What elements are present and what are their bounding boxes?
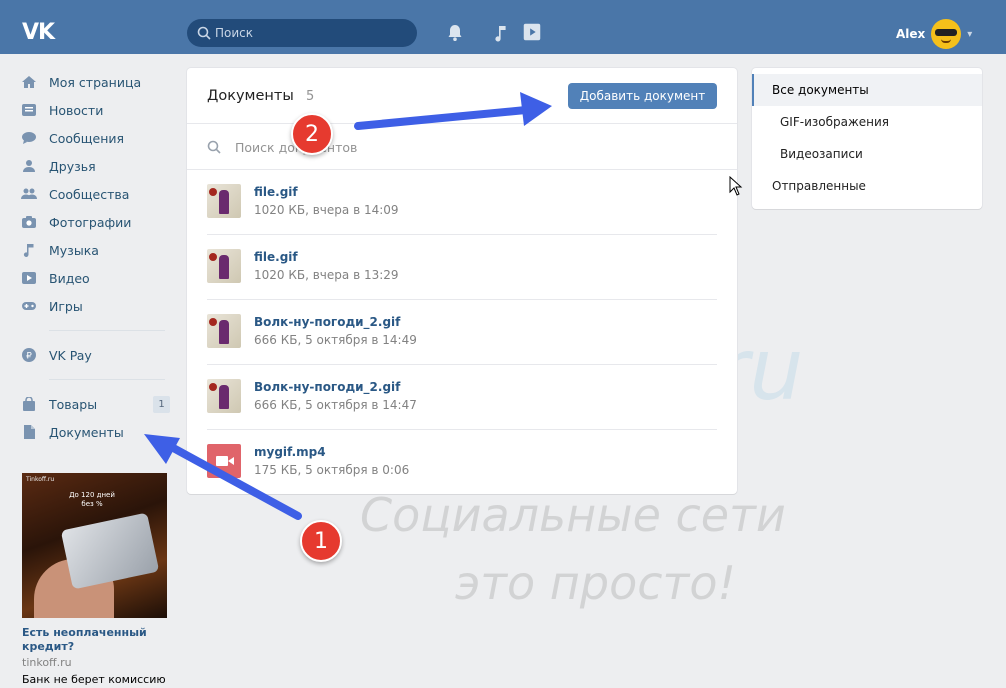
documents-filters: Все документы GIF-изображения Видеозапис… [752,68,982,209]
sidebar-item-news[interactable]: Новости [20,96,170,124]
document-row[interactable]: Волк-ну-погоди_2.gif 666 КБ, 5 октября в… [207,365,717,430]
bell-icon[interactable] [444,22,466,44]
document-meta: 1020 КБ, вчера в 13:29 [254,268,399,282]
ad-text: Банк не берет комиссию [22,673,166,686]
sidebar-item-my-page[interactable]: Моя страница [20,68,170,96]
document-name[interactable]: Волк-ну-погоди_2.gif [254,315,400,329]
documents-list: file.gif 1020 КБ, вчера в 14:09 file.gif… [187,170,737,495]
documents-search [187,124,737,170]
ad-title[interactable]: Есть неоплаченный кредит? [22,626,168,654]
sidebar-item-label: Игры [49,298,83,314]
page-title: Документы [207,88,294,104]
ad-promo: До 120 дней без % [69,491,115,508]
top-header: VK Alex ▾ [0,0,1006,54]
sidebar-item-goods[interactable]: Товары 1 [20,390,170,418]
camera-icon [20,214,38,230]
documents-header: Документы 5 Добавить документ [187,68,737,124]
sidebar-item-communities[interactable]: Сообщества [20,180,170,208]
advertisement[interactable]: Tinkoff.ru До 120 дней без % Есть неопла… [22,473,168,686]
goods-badge: 1 [153,396,170,413]
video-camera-icon[interactable] [207,444,241,478]
messages-icon [20,130,38,146]
sidebar-item-label: Сообщения [49,130,125,146]
sidebar-item-label: Музыка [49,242,99,258]
bag-icon [20,396,38,412]
credit-card-image [60,512,160,590]
document-row[interactable]: mygif.mp4 175 КБ, 5 октября в 0:06 [207,430,717,495]
gif-thumbnail[interactable] [207,379,241,413]
header-search[interactable] [187,19,417,47]
home-icon [20,74,38,90]
play-icon[interactable] [521,21,543,43]
document-name[interactable]: mygif.mp4 [254,445,326,459]
sidebar-item-friends[interactable]: Друзья [20,152,170,180]
mouse-cursor-icon [729,176,743,196]
document-meta: 1020 КБ, вчера в 14:09 [254,203,399,217]
user-menu[interactable]: Alex ▾ [896,18,972,50]
document-name[interactable]: Волк-ну-погоди_2.gif [254,380,400,394]
gamepad-icon [20,298,38,314]
sidebar-item-documents[interactable]: Документы [20,418,170,446]
sidebar-item-music[interactable]: Музыка [20,236,170,264]
watermark-line3: это просто! [455,556,736,610]
filter-sent[interactable]: Отправленные [752,170,982,202]
music-icon [20,242,38,258]
sidebar-item-label: Фотографии [49,214,132,230]
avatar [931,19,962,49]
friends-icon [20,158,38,174]
music-note-icon[interactable] [490,22,512,44]
sidebar-item-messages[interactable]: Сообщения [20,124,170,152]
sidebar-item-video[interactable]: Видео [20,264,170,292]
user-name: Alex [896,27,926,41]
filter-all-documents[interactable]: Все документы [752,74,982,106]
ad-domain[interactable]: tinkoff.ru [22,656,168,669]
sidebar-divider [49,330,165,331]
vk-logo[interactable]: VK [22,20,55,45]
sidebar-item-photos[interactable]: Фотографии [20,208,170,236]
ad-image[interactable]: Tinkoff.ru До 120 дней без % [22,473,167,618]
document-name[interactable]: file.gif [254,250,298,264]
marker-2: 2 [291,113,333,155]
watermark-line2: Социальные сети [360,488,786,542]
documents-count: 5 [306,89,315,104]
gif-thumbnail[interactable] [207,184,241,218]
document-icon [20,424,38,440]
left-sidebar: Моя страница Новости Сообщения Друзья Со… [20,68,170,446]
marker-1: 1 [300,520,342,562]
add-document-button[interactable]: Добавить документ [568,83,717,109]
sidebar-item-label: Документы [49,424,124,440]
communities-icon [20,186,38,202]
search-icon [197,26,211,40]
chevron-down-icon: ▾ [967,28,973,40]
svg-text:₽: ₽ [26,352,32,362]
document-row[interactable]: file.gif 1020 КБ, вчера в 13:29 [207,235,717,300]
filter-video[interactable]: Видеозаписи [752,138,982,170]
video-icon [20,270,38,286]
document-meta: 666 КБ, 5 октября в 14:47 [254,398,417,412]
sidebar-item-label: Видео [49,270,90,286]
sidebar-item-label: Сообщества [49,186,130,202]
sidebar-item-vkpay[interactable]: ₽ VK Pay [20,341,170,369]
search-icon [207,140,221,154]
document-meta: 175 КБ, 5 октября в 0:06 [254,463,410,477]
sidebar-item-label: Товары [49,396,98,412]
ad-brand: Tinkoff.ru [26,476,55,483]
header-search-input[interactable] [215,19,405,47]
sidebar-item-label: Новости [49,102,104,118]
filter-gif[interactable]: GIF-изображения [752,106,982,138]
sidebar-item-label: Друзья [49,158,96,174]
sidebar-item-label: VK Pay [49,347,92,363]
vkpay-icon: ₽ [20,347,38,363]
sidebar-item-label: Моя страница [49,74,142,90]
sidebar-item-games[interactable]: Игры [20,292,170,320]
news-icon [20,102,38,118]
sidebar-divider [49,379,165,380]
document-row[interactable]: Волк-ну-погоди_2.gif 666 КБ, 5 октября в… [207,300,717,365]
gif-thumbnail[interactable] [207,314,241,348]
document-row[interactable]: file.gif 1020 КБ, вчера в 14:09 [207,170,717,235]
documents-panel: Документы 5 Добавить документ file.gif 1… [187,68,737,494]
document-meta: 666 КБ, 5 октября в 14:49 [254,333,417,347]
document-name[interactable]: file.gif [254,185,298,199]
gif-thumbnail[interactable] [207,249,241,283]
